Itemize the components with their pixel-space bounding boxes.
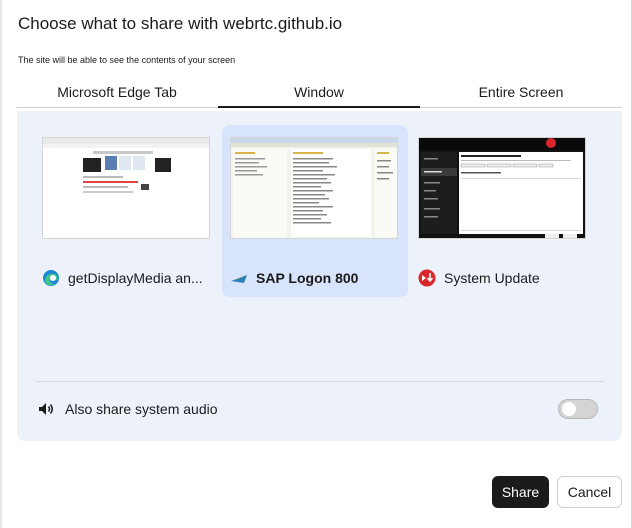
thumbnail-edge-window bbox=[43, 138, 209, 238]
dialog-edge bbox=[0, 0, 2, 528]
window-thumbnail bbox=[42, 137, 210, 239]
system-audio-label: Also share system audio bbox=[65, 401, 218, 417]
source-panel: getDisplayMedia an... SAP Logon 800 Syst… bbox=[17, 111, 622, 441]
source-system-update[interactable]: System Update bbox=[410, 125, 596, 297]
system-audio-row: Also share system audio bbox=[37, 397, 598, 421]
window-thumbnail bbox=[230, 137, 398, 239]
source-label-row: getDisplayMedia an... bbox=[42, 269, 214, 287]
thumbnail-sap-window bbox=[231, 138, 397, 238]
system-update-icon bbox=[418, 269, 436, 287]
source-label-row: System Update bbox=[418, 269, 590, 287]
sap-logon-icon bbox=[231, 275, 247, 283]
edge-icon bbox=[43, 270, 59, 286]
tab-entire-screen[interactable]: Entire Screen bbox=[420, 78, 622, 107]
toggle-knob bbox=[562, 402, 576, 416]
dialog-title: Choose what to share with webrtc.github.… bbox=[18, 14, 343, 33]
source-label-row: SAP Logon 800 bbox=[230, 269, 402, 287]
source-name: SAP Logon 800 bbox=[256, 270, 359, 286]
source-name: System Update bbox=[444, 270, 540, 286]
share-dialog: Choose what to share with webrtc.github.… bbox=[0, 0, 632, 528]
window-thumbnail bbox=[418, 137, 586, 239]
tab-window[interactable]: Window bbox=[218, 78, 420, 108]
speaker-icon bbox=[39, 403, 53, 415]
source-name: getDisplayMedia an... bbox=[68, 270, 203, 286]
share-button[interactable]: Share bbox=[492, 476, 549, 508]
cancel-button[interactable]: Cancel bbox=[557, 476, 622, 508]
tab-bar: Microsoft Edge Tab Window Entire Screen bbox=[16, 78, 622, 108]
thumbnail-system-update-window bbox=[419, 138, 585, 238]
system-audio-toggle[interactable] bbox=[558, 399, 598, 419]
tab-edge-tab[interactable]: Microsoft Edge Tab bbox=[16, 78, 218, 107]
source-getdisplaymedia[interactable]: getDisplayMedia an... bbox=[34, 125, 220, 297]
divider bbox=[35, 381, 604, 382]
source-sap-logon[interactable]: SAP Logon 800 bbox=[222, 125, 408, 297]
dialog-subtitle: The site will be able to see the content… bbox=[18, 55, 236, 65]
